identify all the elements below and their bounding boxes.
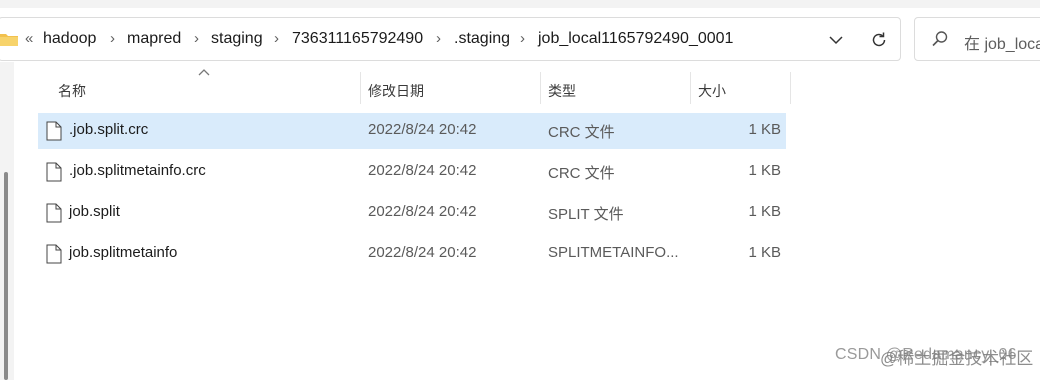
- breadcrumb-separator-icon[interactable]: ›: [436, 30, 441, 47]
- file-date: 2022/8/24 20:42: [368, 203, 477, 220]
- refresh-button[interactable]: [867, 28, 891, 52]
- breadcrumb-separator-icon[interactable]: ›: [194, 30, 199, 47]
- file-icon: [46, 121, 62, 141]
- file-icon: [46, 244, 62, 264]
- overflow-chevrons-icon[interactable]: «: [25, 30, 33, 47]
- search-icon: [932, 31, 948, 47]
- file-icon: [46, 162, 62, 182]
- column-header-size[interactable]: 大小: [698, 81, 726, 101]
- file-name: .job.splitmetainfo.crc: [69, 162, 206, 179]
- sort-ascending-icon: [198, 69, 210, 76]
- file-row[interactable]: job.splitmetainfo 2022/8/24 20:42 SPLITM…: [38, 236, 786, 272]
- refresh-icon: [872, 32, 886, 47]
- folder-icon: [0, 34, 18, 46]
- file-type: CRC 文件: [548, 165, 615, 182]
- window-top-strip: [0, 0, 1040, 8]
- file-date: 2022/8/24 20:42: [368, 244, 477, 261]
- file-size: 1 KB: [748, 203, 781, 220]
- file-icon: [46, 203, 62, 223]
- column-header-type[interactable]: 类型: [548, 81, 576, 101]
- file-name: job.splitmetainfo: [69, 244, 178, 261]
- file-row[interactable]: .job.splitmetainfo.crc 2022/8/24 20:42 C…: [38, 154, 786, 190]
- file-size: 1 KB: [748, 162, 781, 179]
- breadcrumb-hadoop[interactable]: hadoop: [43, 30, 96, 48]
- breadcrumb-job-folder[interactable]: job_local1165792490_0001: [538, 30, 733, 48]
- file-type: SPLITMETAINFO...: [548, 244, 679, 261]
- file-size: 1 KB: [748, 121, 781, 138]
- file-name: job.split: [69, 203, 120, 220]
- breadcrumb-dot-staging[interactable]: .staging: [454, 30, 510, 48]
- chevron-down-icon: [829, 36, 843, 45]
- breadcrumb-separator-icon[interactable]: ›: [274, 30, 279, 47]
- breadcrumb-staging[interactable]: staging: [211, 30, 263, 48]
- file-date: 2022/8/24 20:42: [368, 162, 477, 179]
- file-type: SPLIT 文件: [548, 206, 624, 223]
- column-divider[interactable]: [690, 72, 691, 104]
- file-type: CRC 文件: [548, 124, 615, 141]
- breadcrumb-user-id[interactable]: 736311165792490: [292, 30, 423, 48]
- file-row[interactable]: job.split 2022/8/24 20:42 SPLIT 文件 1 KB: [38, 195, 786, 231]
- search-placeholder[interactable]: 在 job_loca: [964, 30, 1040, 54]
- breadcrumb-separator-icon[interactable]: ›: [520, 30, 525, 47]
- file-date: 2022/8/24 20:42: [368, 121, 477, 138]
- column-header-name[interactable]: 名称: [58, 81, 86, 101]
- column-divider[interactable]: [540, 72, 541, 104]
- juejin-watermark: @稀土掘金技术社区: [880, 349, 1034, 368]
- breadcrumb-mapred[interactable]: mapred: [127, 30, 181, 48]
- scrollbar-thumb[interactable]: [4, 172, 8, 380]
- column-divider[interactable]: [360, 72, 361, 104]
- file-size: 1 KB: [748, 244, 781, 261]
- file-row[interactable]: .job.split.crc 2022/8/24 20:42 CRC 文件 1 …: [38, 113, 786, 149]
- address-history-button[interactable]: [824, 28, 848, 52]
- column-header-date[interactable]: 修改日期: [368, 81, 424, 101]
- file-name: .job.split.crc: [69, 121, 149, 138]
- breadcrumb-separator-icon[interactable]: ›: [110, 30, 115, 47]
- column-divider[interactable]: [790, 72, 791, 104]
